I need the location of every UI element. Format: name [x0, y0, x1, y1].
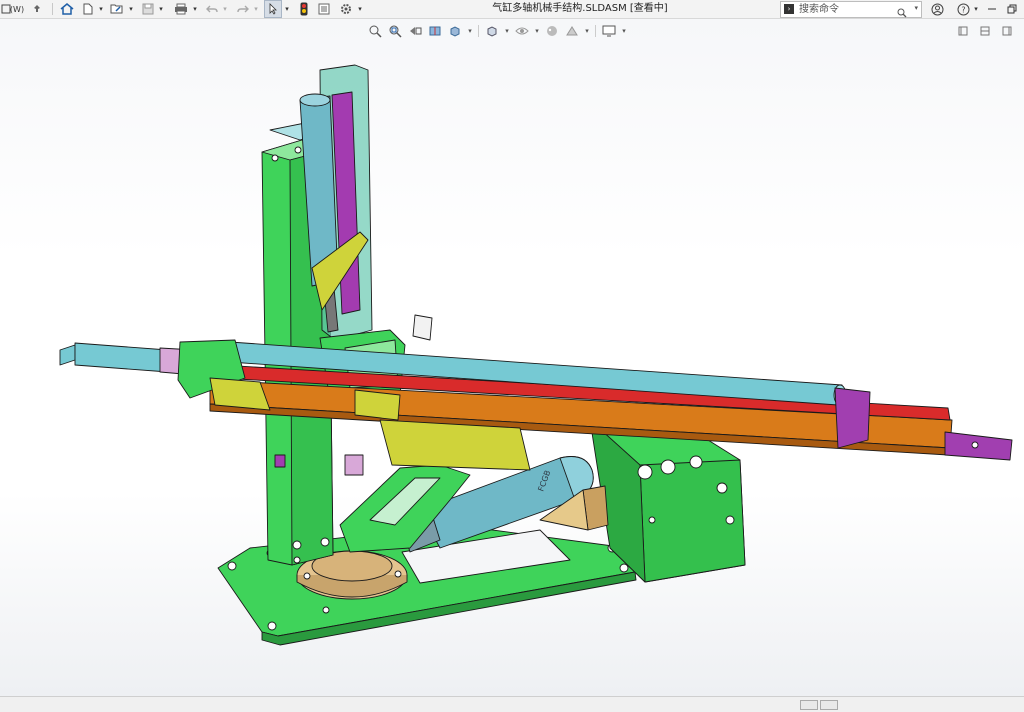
- svg-text:?: ?: [961, 5, 965, 14]
- select-arrow-icon[interactable]: [264, 0, 282, 18]
- minimize-icon[interactable]: [984, 0, 1000, 18]
- menu-label[interactable]: (W): [10, 0, 24, 18]
- status-segment[interactable]: [800, 700, 818, 710]
- open-file-icon[interactable]: [108, 0, 126, 18]
- select-dropdown-icon[interactable]: ▾: [283, 0, 291, 18]
- search-input[interactable]: › 搜索命令 ▾: [780, 1, 922, 18]
- robot-arm-model[interactable]: FCGB: [0, 19, 1024, 696]
- traffic-light-icon[interactable]: [296, 0, 312, 18]
- new-file-icon[interactable]: [80, 0, 96, 18]
- home-icon[interactable]: [58, 0, 76, 18]
- options-icon[interactable]: [316, 0, 332, 18]
- print-icon[interactable]: [172, 0, 190, 18]
- open-dropdown-icon[interactable]: ▾: [127, 0, 135, 18]
- redo-icon[interactable]: [235, 0, 251, 18]
- save-icon[interactable]: [140, 0, 156, 18]
- undo-dropdown-icon[interactable]: ▾: [221, 0, 229, 18]
- status-bar: [0, 696, 1024, 712]
- save-dropdown-icon[interactable]: ▾: [157, 0, 165, 18]
- search-placeholder: 搜索命令: [799, 4, 839, 15]
- pin-icon[interactable]: [30, 0, 44, 18]
- search-dropdown-icon[interactable]: ▾: [914, 4, 918, 12]
- command-prompt-icon: ›: [784, 4, 794, 14]
- gear-icon[interactable]: [338, 0, 354, 18]
- title-bar: (W) ▾ ▾ ▾ ▾ ▾ ▾ ▾ ▾ 气缸多轴机械手结构.SLDASM [查看…: [0, 0, 1024, 19]
- new-dropdown-icon[interactable]: ▾: [97, 0, 105, 18]
- user-account-icon[interactable]: [928, 0, 946, 18]
- gear-dropdown-icon[interactable]: ▾: [356, 0, 364, 18]
- redo-dropdown-icon[interactable]: ▾: [252, 0, 260, 18]
- document-title: 气缸多轴机械手结构.SLDASM [查看中]: [492, 3, 668, 14]
- status-segment[interactable]: [820, 700, 838, 710]
- help-dropdown-icon[interactable]: ▾: [972, 0, 980, 18]
- restore-icon[interactable]: [1004, 0, 1020, 18]
- print-dropdown-icon[interactable]: ▾: [191, 0, 199, 18]
- help-icon[interactable]: ?: [954, 0, 972, 18]
- undo-icon[interactable]: [204, 0, 220, 18]
